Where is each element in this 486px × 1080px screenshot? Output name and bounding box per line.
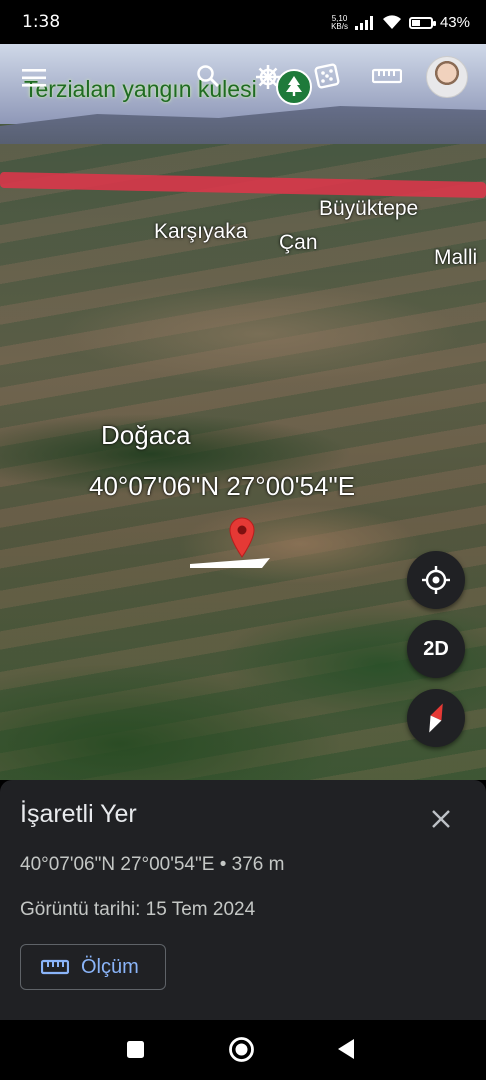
measure-button[interactable]: Ölçüm [20,944,166,990]
compass-icon [429,703,443,733]
measure-button-label: Ölçüm [81,955,139,978]
my-location-button[interactable] [407,551,465,609]
signal-icon [354,15,373,30]
network-speed: 5,10 KB/s [331,13,348,31]
fire-tower-placemark[interactable] [276,69,312,105]
place-label-karsiyaka: Karşıyaka [154,220,248,243]
imagery-date: Görüntü tarihi: 15 Tem 2024 [20,899,256,920]
status-time: 1:38 [22,12,61,32]
recents-button[interactable] [126,1040,146,1060]
location-pin-icon[interactable] [228,516,256,558]
status-bar: 1:38 5,10 KB/s 43% [0,0,486,44]
ruler-icon [41,959,69,975]
home-button[interactable] [228,1036,255,1063]
compass-button[interactable] [407,689,465,747]
toggle-2d-button[interactable]: 2D [407,620,465,678]
menu-icon[interactable] [22,68,48,88]
account-avatar[interactable] [426,56,468,98]
status-indicators: 5,10 KB/s 43% [331,14,470,31]
place-title: İşaretli Yer [20,800,137,828]
battery-percent: 43% [439,14,470,31]
marker-coordinates-label: 40°07'06"N 27°00'54"E [89,471,356,501]
tree-icon [286,76,302,96]
system-navigation-bar [0,1020,486,1080]
close-icon[interactable] [428,806,454,832]
place-label-buyuktepe: Büyüktepe [319,197,419,220]
search-icon[interactable] [196,64,220,88]
coordinates-elevation: 40°07'06"N 27°00'54"E • 376 m [20,854,285,875]
place-info-sheet: İşaretli Yer 40°07'06"N 27°00'54"E • 376… [0,780,486,1020]
place-label-can: Çan [279,231,318,254]
wifi-icon [382,15,401,29]
crosshair-icon [422,566,450,594]
map-3d-view[interactable]: Terzialan yangın kulesi Büyüktepe Karşıy… [0,44,486,780]
layer-title[interactable]: Terzialan yangın kulesi [24,76,257,103]
place-label-malli: Malli [434,246,478,269]
dice-icon[interactable] [314,63,340,89]
back-button[interactable] [336,1038,356,1060]
battery-icon [408,16,436,29]
place-label-dogaca: Doğaca [101,420,191,450]
ruler-icon[interactable] [372,68,402,84]
